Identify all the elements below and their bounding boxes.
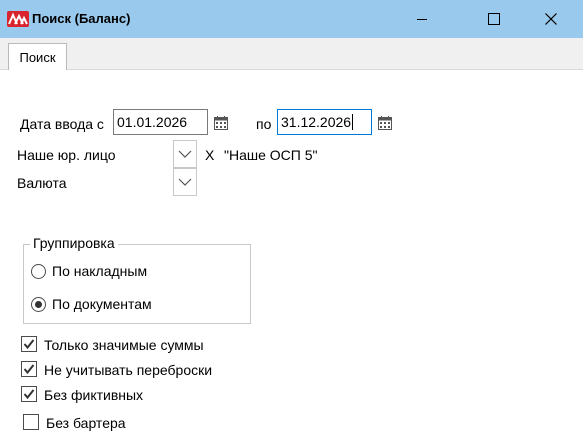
- legal-entity-dropdown-button[interactable]: [173, 140, 197, 168]
- checkbox-ignore-transfers[interactable]: [21, 361, 37, 377]
- date-from-label: Дата ввода с: [20, 116, 104, 132]
- title-bar: Поиск (Баланс): [0, 0, 583, 38]
- date-from-calendar-icon[interactable]: [213, 115, 229, 131]
- maximize-button[interactable]: [471, 0, 517, 38]
- date-from-input[interactable]: 01.01.2026: [113, 109, 208, 135]
- close-icon: [545, 13, 557, 25]
- maximize-icon: [488, 13, 500, 25]
- checkbox-no-barter-label[interactable]: Без бартера: [46, 415, 126, 431]
- tab-panel-border: [0, 69, 583, 70]
- tab-search[interactable]: Поиск: [8, 43, 67, 70]
- checkmark-icon: [23, 389, 35, 400]
- grouping-title: Группировка: [30, 235, 118, 251]
- checkbox-no-fictitious-label[interactable]: Без фиктивных: [44, 387, 143, 403]
- checkmark-icon: [23, 364, 35, 375]
- currency-label: Валюта: [17, 175, 67, 191]
- radio-by-documents[interactable]: [31, 297, 46, 312]
- legal-entity-clear-button[interactable]: X: [205, 147, 214, 163]
- chevron-down-icon: [178, 150, 192, 158]
- radio-by-documents-label[interactable]: По документам: [52, 296, 152, 312]
- currency-dropdown-button[interactable]: [173, 168, 197, 196]
- minimize-icon: [417, 19, 427, 20]
- date-to-calendar-icon[interactable]: [377, 115, 393, 131]
- radio-selected-dot: [35, 301, 42, 308]
- radio-by-invoices[interactable]: [31, 264, 46, 279]
- chevron-down-icon: [178, 178, 192, 186]
- window-title: Поиск (Баланс): [32, 11, 131, 26]
- minimize-button[interactable]: [399, 0, 445, 38]
- checkmark-icon: [23, 339, 35, 350]
- close-button[interactable]: [528, 0, 574, 38]
- checkbox-no-barter[interactable]: [23, 414, 39, 430]
- date-to-value: 31.12.2026: [281, 114, 352, 130]
- checkbox-significant-sums-label[interactable]: Только значимые суммы: [44, 337, 204, 353]
- tab-search-label: Поиск: [19, 49, 56, 65]
- date-to-input[interactable]: 31.12.2026: [277, 109, 372, 135]
- checkbox-significant-sums[interactable]: [21, 336, 37, 352]
- grouping-groupbox: [23, 244, 251, 324]
- tab-strip: [0, 38, 583, 70]
- checkbox-no-fictitious[interactable]: [21, 386, 37, 402]
- date-to-label: по: [256, 116, 272, 132]
- app-logo-icon: [7, 11, 29, 27]
- legal-entity-value: "Наше ОСП 5": [224, 147, 318, 163]
- text-caret: [352, 114, 354, 130]
- radio-by-invoices-label[interactable]: По накладным: [52, 263, 147, 279]
- checkbox-ignore-transfers-label[interactable]: Не учитывать переброски: [44, 362, 212, 378]
- legal-entity-label: Наше юр. лицо: [17, 147, 116, 163]
